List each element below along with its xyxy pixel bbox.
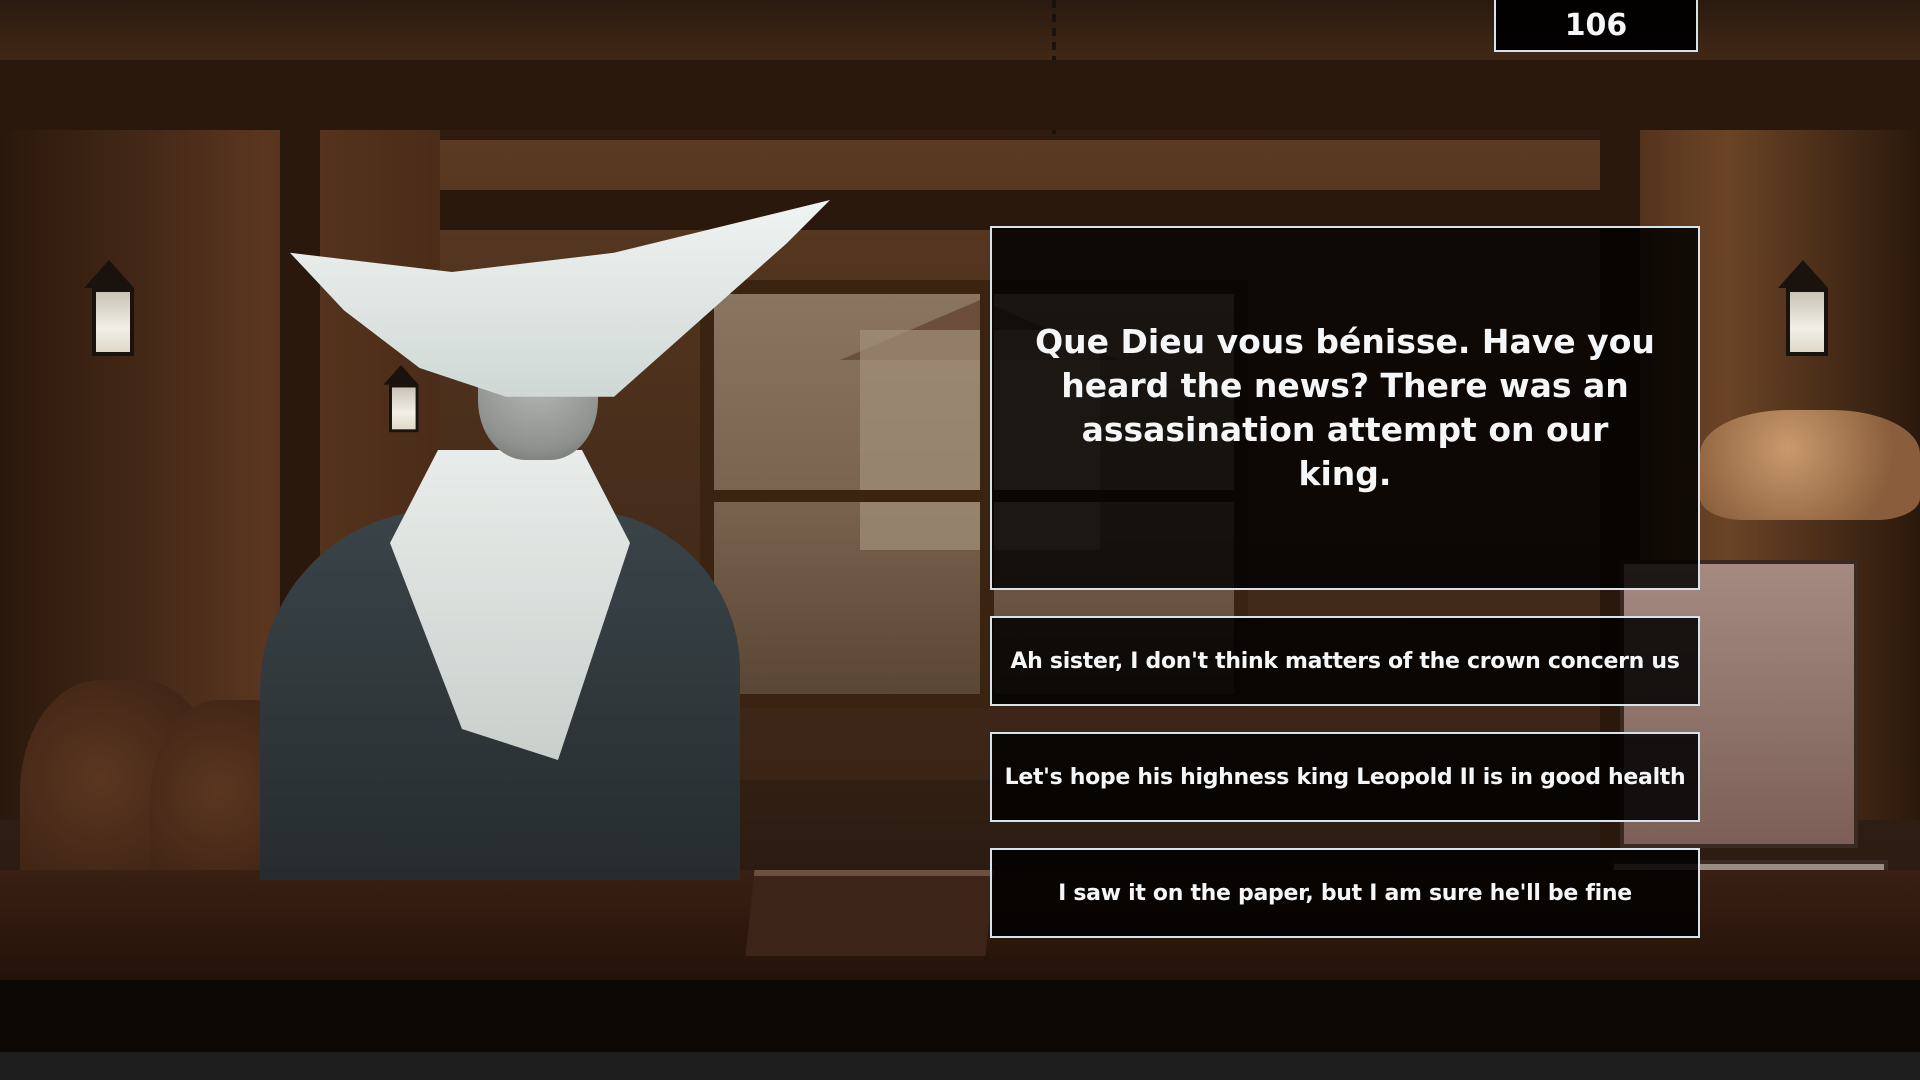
dialogue-panel: Que Dieu vous bénisse. Have you heard th… (990, 226, 1700, 590)
dialogue-choice-3[interactable]: I saw it on the paper, but I am sure he'… (990, 848, 1700, 938)
floor-shadow (0, 980, 1920, 1052)
dialogue-choice-1[interactable]: Ah sister, I don't think matters of the … (990, 616, 1700, 706)
lantern-right (1774, 260, 1832, 360)
ledger-book (745, 870, 995, 956)
bottom-strip (0, 1052, 1920, 1080)
game-scene: 106 Que Dieu vous bénisse. Have you hear… (0, 0, 1920, 1080)
score-counter: 106 (1494, 0, 1698, 52)
dialogue-choice-2[interactable]: Let's hope his highness king Leopold II … (990, 732, 1700, 822)
flour-sacks-shelf (1700, 410, 1920, 520)
nun-character (260, 200, 840, 880)
lantern-left (80, 260, 138, 360)
dialogue-text: Que Dieu vous bénisse. Have you heard th… (1035, 322, 1655, 493)
